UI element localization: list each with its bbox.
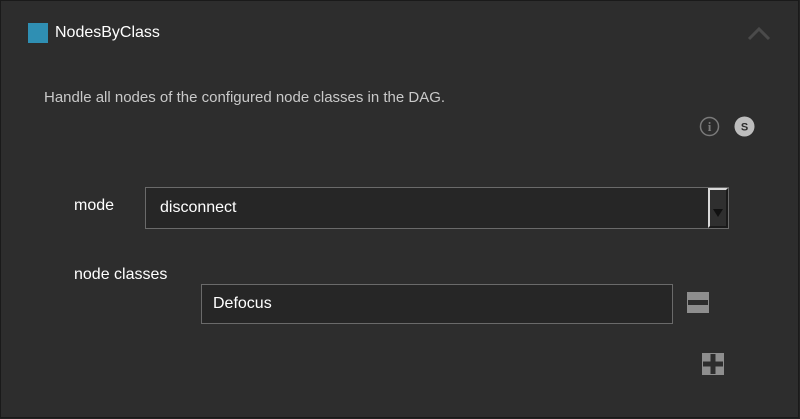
plus-icon — [702, 353, 724, 375]
mode-label: mode — [74, 197, 115, 214]
remove-node-class-button[interactable] — [687, 292, 709, 313]
info-icon: i — [699, 116, 720, 137]
panel-title: NodesByClass — [55, 24, 160, 41]
info-glyph: i — [708, 119, 712, 134]
node-panel: NodesByClass Handle all nodes of the con… — [0, 0, 799, 418]
node-class-input[interactable] — [202, 285, 672, 323]
node-class-field[interactable] — [201, 284, 673, 324]
panel-description: Handle all nodes of the configured node … — [44, 89, 446, 106]
node-classes-label: node classes — [74, 266, 168, 283]
s-button[interactable]: S — [734, 116, 755, 137]
collapse-button[interactable] — [747, 25, 771, 41]
mode-select[interactable]: disconnect — [145, 187, 729, 229]
s-badge-icon: S — [734, 116, 755, 137]
node-color-swatch — [28, 23, 48, 43]
add-node-class-button[interactable] — [702, 353, 724, 375]
mode-select-value: disconnect — [160, 199, 237, 216]
dropdown-arrow-icon — [713, 209, 723, 217]
chevron-up-icon — [747, 26, 771, 41]
minus-icon — [687, 292, 709, 313]
info-button[interactable]: i — [699, 116, 720, 137]
mode-dropdown-button[interactable] — [708, 188, 728, 228]
s-glyph: S — [741, 122, 748, 134]
